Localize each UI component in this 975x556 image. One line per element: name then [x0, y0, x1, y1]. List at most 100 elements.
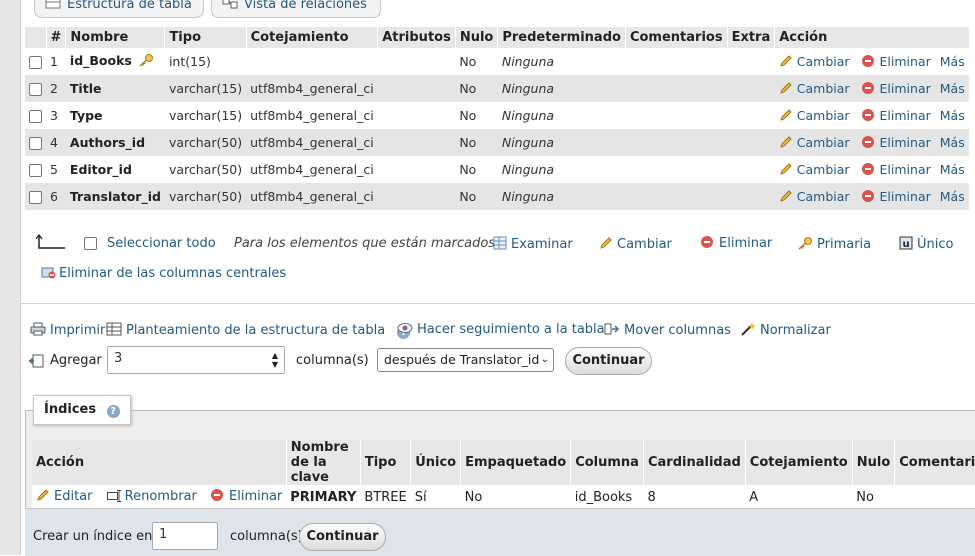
- column-header[interactable]: Atributos: [377, 27, 456, 48]
- column-name-cell: id_Books: [65, 48, 165, 75]
- index-null: No: [852, 485, 895, 509]
- index-delete-button[interactable]: Eliminar: [211, 489, 282, 504]
- index-delete-label: Eliminar: [229, 489, 283, 504]
- row-checkbox[interactable]: [29, 137, 42, 150]
- indexes-legend: Índices ?: [33, 395, 131, 425]
- indexes-title: Índices: [44, 402, 97, 417]
- column-name-cell: Title: [65, 75, 165, 102]
- remove-central-columns-button[interactable]: Eliminar de las columnas centrales: [40, 265, 286, 283]
- normalize-button[interactable]: Normalizar: [740, 322, 831, 340]
- propose-structure-button[interactable]: Planteamiento de la estructura de tabla …: [106, 322, 411, 340]
- bulk-primary-button[interactable]: Primaria: [797, 236, 871, 254]
- column-name-cell: Type: [65, 102, 165, 129]
- column-header[interactable]: Cotejamiento: [246, 27, 379, 48]
- bulk-unique-button[interactable]: u Único: [899, 236, 953, 254]
- delete-label: Eliminar: [879, 81, 931, 96]
- index-unique: Sí: [410, 485, 461, 509]
- delete-icon: [211, 489, 223, 501]
- column-header[interactable]: Predeterminado: [497, 27, 626, 48]
- move-columns-button[interactable]: Mover columnas: [604, 322, 731, 340]
- index-edit-button[interactable]: Editar: [36, 489, 93, 504]
- spinner-arrows-icon[interactable]: ▲ ▼: [272, 351, 278, 369]
- change-column-button[interactable]: Cambiar: [779, 162, 850, 177]
- print-button[interactable]: Imprimir: [30, 322, 105, 340]
- column-default: Ninguna: [497, 75, 626, 102]
- select-all-arrow-icon: [35, 233, 66, 254]
- column-name: id_Books: [69, 53, 132, 68]
- column-default: Ninguna: [497, 129, 626, 156]
- more-actions-button[interactable]: Más: [940, 81, 965, 96]
- column-header[interactable]: Extra: [727, 27, 776, 48]
- column-header[interactable]: Nombre: [65, 27, 166, 48]
- change-column-button[interactable]: Cambiar: [779, 135, 850, 150]
- column-name: Editor_id: [69, 162, 132, 177]
- change-column-button[interactable]: Cambiar: [779, 189, 850, 204]
- bulk-change-button[interactable]: Cambiar: [599, 236, 672, 252]
- more-actions-button[interactable]: Más: [940, 135, 965, 150]
- more-actions-button[interactable]: Más: [940, 108, 965, 123]
- add-column-submit-button[interactable]: Continuar: [565, 347, 652, 375]
- left-navigation-edge: [0, 0, 21, 555]
- create-index-unit: columna(s): [230, 529, 303, 544]
- row-actions-cell: Cambiar Eliminar Más: [774, 75, 969, 102]
- more-actions-button[interactable]: Más: [940, 54, 965, 69]
- column-attributes: [377, 75, 456, 102]
- table-structure-icon: [45, 0, 61, 9]
- delete-column-button[interactable]: Eliminar: [861, 81, 931, 96]
- row-checkbox[interactable]: [29, 56, 42, 69]
- add-column-count-input[interactable]: 3 ▲ ▼: [107, 346, 285, 374]
- index-column-header: Acción: [32, 440, 287, 485]
- create-index-submit-button[interactable]: Continuar: [299, 523, 386, 551]
- print-icon: [30, 322, 46, 340]
- change-column-button[interactable]: Cambiar: [779, 81, 850, 96]
- column-type: varchar(50): [164, 183, 247, 210]
- help-icon[interactable]: ?: [106, 405, 120, 418]
- more-actions-button[interactable]: Más: [940, 162, 965, 177]
- browse-icon: [493, 236, 507, 254]
- change-column-button[interactable]: Cambiar: [779, 108, 850, 123]
- column-header[interactable]: #: [46, 27, 67, 48]
- column-header[interactable]: Comentarios: [625, 27, 728, 48]
- add-column-position-select[interactable]: después de Translator_id ⌄: [377, 348, 554, 372]
- more-actions-button[interactable]: Más: [940, 189, 965, 204]
- column-attributes: [377, 129, 456, 156]
- index-edit-label: Editar: [54, 489, 93, 504]
- column-comments: [625, 129, 728, 156]
- delete-column-button[interactable]: Eliminar: [861, 162, 931, 177]
- svg-text:u: u: [903, 239, 910, 250]
- key-icon: [797, 236, 813, 254]
- column-type: varchar(50): [164, 129, 247, 156]
- tab-table-structure[interactable]: Estructura de tabla: [34, 0, 204, 18]
- column-header[interactable]: Tipo: [164, 27, 247, 48]
- track-table-button[interactable]: Hacer seguimiento a la tabla: [397, 322, 605, 338]
- column-header[interactable]: Nulo: [455, 27, 499, 48]
- row-checkbox[interactable]: [29, 110, 42, 123]
- pencil-icon: [779, 108, 793, 122]
- row-checkbox[interactable]: [29, 191, 42, 204]
- index-rename-button[interactable]: Renombrar: [106, 489, 197, 504]
- row-checkbox-cell: [25, 48, 46, 75]
- select-all-checkbox[interactable]: [84, 237, 97, 250]
- delete-icon: [861, 82, 874, 94]
- delete-column-button[interactable]: Eliminar: [861, 135, 931, 150]
- row-checkbox[interactable]: [29, 164, 42, 177]
- delete-icon: [861, 163, 874, 175]
- bulk-delete-button[interactable]: Eliminar: [701, 236, 772, 251]
- bulk-delete-label: Eliminar: [719, 236, 773, 251]
- delete-label: Eliminar: [879, 189, 931, 204]
- tab-relation-view[interactable]: Vista de relaciones: [211, 0, 381, 18]
- change-column-button[interactable]: Cambiar: [779, 54, 850, 69]
- column-name: Authors_id: [69, 135, 146, 150]
- create-index-count-input[interactable]: 1: [152, 522, 218, 550]
- index-column-header: Cardinalidad: [643, 440, 746, 485]
- create-index-label: Crear un índice en: [33, 529, 153, 544]
- select-all-link[interactable]: Seleccionar todo: [107, 236, 216, 251]
- row-number: 2: [46, 75, 66, 102]
- delete-column-button[interactable]: Eliminar: [861, 54, 931, 69]
- index-type: BTREE: [360, 485, 411, 509]
- delete-column-button[interactable]: Eliminar: [861, 189, 931, 204]
- header-checkbox: [25, 27, 47, 48]
- bulk-browse-button[interactable]: Examinar: [493, 236, 573, 254]
- delete-column-button[interactable]: Eliminar: [861, 108, 931, 123]
- row-checkbox[interactable]: [29, 83, 42, 96]
